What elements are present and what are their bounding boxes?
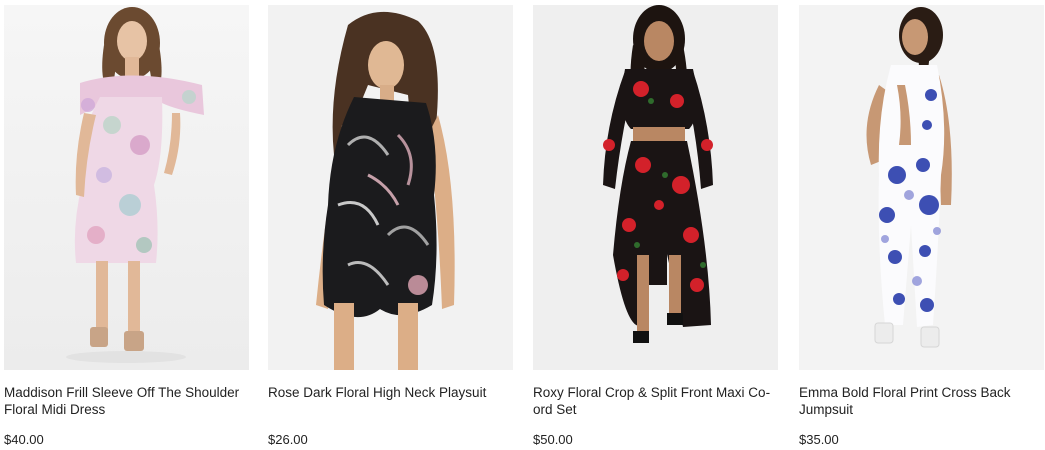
- product-price: $35.00: [799, 432, 839, 447]
- product-card: Emma Bold Floral Print Cross Back Jumpsu…: [799, 5, 1045, 447]
- product-grid: Maddison Frill Sleeve Off The Shoulder F…: [0, 0, 1045, 450]
- product-price: $40.00: [4, 432, 44, 447]
- product-price: $50.00: [533, 432, 573, 447]
- product-image-link[interactable]: [533, 5, 778, 370]
- product-title[interactable]: Rose Dark Floral High Neck Playsuit: [268, 384, 518, 401]
- product-photo-playsuit: [268, 5, 513, 370]
- product-image-link[interactable]: [4, 5, 249, 370]
- product-card: Rose Dark Floral High Neck Playsuit $26.…: [268, 5, 513, 447]
- product-card: Maddison Frill Sleeve Off The Shoulder F…: [4, 5, 249, 447]
- product-image-link[interactable]: [799, 5, 1044, 370]
- product-photo-jumpsuit: [799, 5, 1044, 370]
- product-photo-coord-set: [533, 5, 778, 370]
- product-image-link[interactable]: [268, 5, 513, 370]
- product-title[interactable]: Emma Bold Floral Print Cross Back Jumpsu…: [799, 384, 1045, 418]
- product-price: $26.00: [268, 432, 308, 447]
- product-card: Roxy Floral Crop & Split Front Maxi Co-o…: [533, 5, 778, 447]
- product-title[interactable]: Maddison Frill Sleeve Off The Shoulder F…: [4, 384, 254, 418]
- product-photo-dress: [4, 5, 249, 370]
- product-title[interactable]: Roxy Floral Crop & Split Front Maxi Co-o…: [533, 384, 783, 418]
